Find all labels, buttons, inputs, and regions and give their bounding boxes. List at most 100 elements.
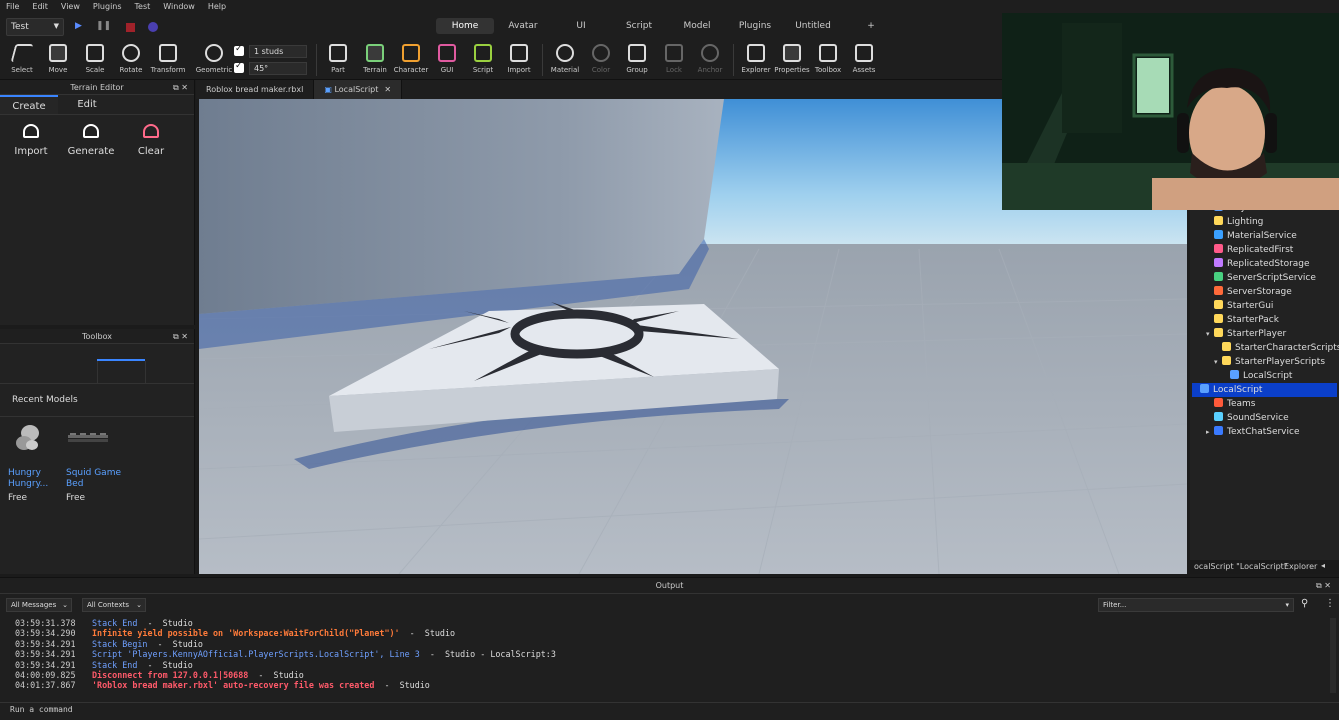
- command-bar[interactable]: Run a command: [0, 702, 1339, 716]
- explorer-item-label: StarterPlayerScripts: [1235, 357, 1326, 367]
- tab-ui[interactable]: UI: [552, 18, 610, 34]
- terrain-clear-button[interactable]: Clear: [126, 124, 176, 157]
- menu-test[interactable]: Test: [135, 2, 151, 11]
- explorer-item[interactable]: StarterPack: [1206, 313, 1279, 327]
- tab-divider: [97, 361, 98, 383]
- chevron-down-icon: ⌄: [62, 601, 68, 609]
- rotate-snap-input[interactable]: 45°: [249, 61, 307, 75]
- explorer-item[interactable]: ▾ StarterPlayerScripts: [1214, 355, 1325, 369]
- explorer-item[interactable]: Lighting: [1206, 215, 1263, 229]
- tab-add[interactable]: +: [842, 18, 900, 34]
- explorer-item[interactable]: Teams: [1206, 397, 1255, 411]
- service-icon: [1222, 356, 1231, 365]
- pause-icon[interactable]: ❚❚: [96, 21, 111, 31]
- expand-arrow-icon[interactable]: ▸: [1206, 425, 1214, 439]
- geometric-tool[interactable]: Geometric: [192, 44, 236, 74]
- anchor-tool[interactable]: Anchor: [688, 44, 732, 74]
- service-icon: [1214, 230, 1223, 239]
- output-line: 03:59:34.291 Script 'Players.KennyAOffici…: [15, 649, 556, 659]
- explorer-item[interactable]: ▸ TextChatService: [1206, 425, 1300, 439]
- model-name[interactable]: Hungry: [8, 468, 64, 479]
- rotate-snap-checkbox[interactable]: [234, 61, 244, 73]
- service-icon: [1214, 258, 1223, 267]
- context-filter-dropdown[interactable]: All Contexts ⌄: [82, 598, 146, 612]
- close-icon[interactable]: ⧉ ✕: [173, 329, 188, 344]
- explorer-item[interactable]: ReplicatedStorage: [1206, 257, 1310, 271]
- explorer-item-label: Teams: [1227, 399, 1256, 409]
- menu-edit[interactable]: Edit: [32, 2, 48, 11]
- place-file-tab-label: Roblox bread maker.rbxl: [206, 85, 304, 94]
- explorer-item[interactable]: StarterCharacterScripts: [1214, 341, 1339, 355]
- tab-localscript[interactable]: ▣ LocalScript ✕: [314, 80, 403, 99]
- move-snap-input[interactable]: 1 studs: [249, 44, 307, 58]
- terrain-generate-button[interactable]: Generate: [66, 124, 116, 157]
- model-name[interactable]: Bed: [66, 479, 122, 490]
- tab-home[interactable]: Home: [436, 18, 494, 34]
- service-icon: [1214, 328, 1223, 337]
- explorer-item[interactable]: ServerStorage: [1206, 285, 1292, 299]
- model-price: Free: [66, 493, 86, 503]
- tab-plugins[interactable]: Plugins: [726, 18, 784, 34]
- explorer-item[interactable]: StarterGui: [1206, 299, 1273, 313]
- import-tool[interactable]: Import: [497, 44, 541, 74]
- terrain-clear-label: Clear: [137, 146, 165, 157]
- explorer-label: Explorer: [741, 66, 771, 74]
- menu-file[interactable]: File: [6, 2, 19, 11]
- explorer-item-label: StarterGui: [1227, 301, 1274, 311]
- model-item[interactable]: Squid Game Bed Free: [66, 419, 122, 503]
- chevron-left-icon[interactable]: ◂: [1321, 561, 1325, 570]
- terrain-editor-title: Terrain Editor: [70, 83, 124, 92]
- menu-plugins[interactable]: Plugins: [93, 2, 122, 11]
- place-dropdown[interactable]: Test ▼: [6, 18, 64, 36]
- terrain-import-button[interactable]: Import: [6, 124, 56, 157]
- output-scrollbar[interactable]: [1330, 618, 1336, 693]
- clear-output-icon[interactable]: ⚲: [1301, 598, 1308, 609]
- expand-arrow-icon[interactable]: ▾: [1214, 355, 1222, 369]
- transform-tool[interactable]: Transform: [146, 44, 190, 74]
- explorer-item[interactable]: SoundService: [1206, 411, 1289, 425]
- explorer-item[interactable]: ▾ StarterPlayer: [1206, 327, 1286, 341]
- more-icon[interactable]: ⋮: [1325, 598, 1335, 609]
- tab-edit[interactable]: Edit: [58, 95, 116, 114]
- close-icon[interactable]: ⧉ ✕: [173, 80, 188, 95]
- stop-icon[interactable]: [126, 23, 135, 32]
- explorer-item[interactable]: ReplicatedFirst: [1206, 243, 1293, 257]
- model-item[interactable]: Hungry Hungry... Free: [8, 419, 64, 503]
- close-icon[interactable]: ✕: [384, 85, 391, 94]
- tab-create[interactable]: Create: [0, 95, 58, 114]
- menu-view[interactable]: View: [61, 2, 80, 11]
- tab-model[interactable]: Model: [668, 18, 726, 34]
- tab-script[interactable]: Script: [610, 18, 668, 34]
- explorer-tab[interactable]: Explorer: [1284, 562, 1317, 571]
- expand-arrow-icon[interactable]: ▾: [1206, 327, 1214, 341]
- explorer-icon: [747, 44, 765, 62]
- output-message: Stack Begin: [92, 638, 148, 649]
- play-icon[interactable]: ▶: [75, 21, 82, 31]
- service-icon: [1214, 412, 1223, 421]
- server-icon[interactable]: [148, 22, 158, 32]
- close-icon[interactable]: ⧉ ✕: [1316, 578, 1331, 594]
- model-name[interactable]: Hungry...: [8, 479, 64, 490]
- chevron-down-icon: ▼: [53, 22, 59, 30]
- explorer-item[interactable]: LocalScript: [1192, 383, 1337, 397]
- output-filter-input[interactable]: Filter... ▾: [1098, 598, 1294, 612]
- explorer-item-label: ServerStorage: [1227, 287, 1292, 297]
- output-line: 04:00:09.825 Disconnect from 127.0.0.1|50…: [15, 670, 556, 680]
- menu-help[interactable]: Help: [208, 2, 226, 11]
- model-name[interactable]: Squid Game: [66, 468, 122, 479]
- menu-window[interactable]: Window: [163, 2, 195, 11]
- explorer-item[interactable]: MaterialService: [1206, 229, 1297, 243]
- explorer-item[interactable]: LocalScript: [1222, 369, 1292, 383]
- assets-tool[interactable]: Assets: [842, 44, 886, 74]
- tab-avatar[interactable]: Avatar: [494, 18, 552, 34]
- explorer-item[interactable]: ServerScriptService: [1206, 271, 1316, 285]
- explorer-item-label: MaterialService: [1227, 231, 1297, 241]
- message-filter-dropdown[interactable]: All Messages ⌄: [6, 598, 72, 612]
- transform-label: Transform: [150, 66, 186, 74]
- tab-place-file[interactable]: Roblox bread maker.rbxl: [196, 80, 315, 99]
- output-message: 'Roblox bread maker.rbxl' auto-recovery …: [92, 680, 375, 691]
- tab-untitled[interactable]: Untitled: [784, 18, 842, 34]
- output-line: 03:59:34.291 Stack End - Studio: [15, 660, 556, 670]
- explorer-item-label: LocalScript: [1213, 385, 1263, 395]
- move-snap-checkbox[interactable]: [234, 44, 244, 56]
